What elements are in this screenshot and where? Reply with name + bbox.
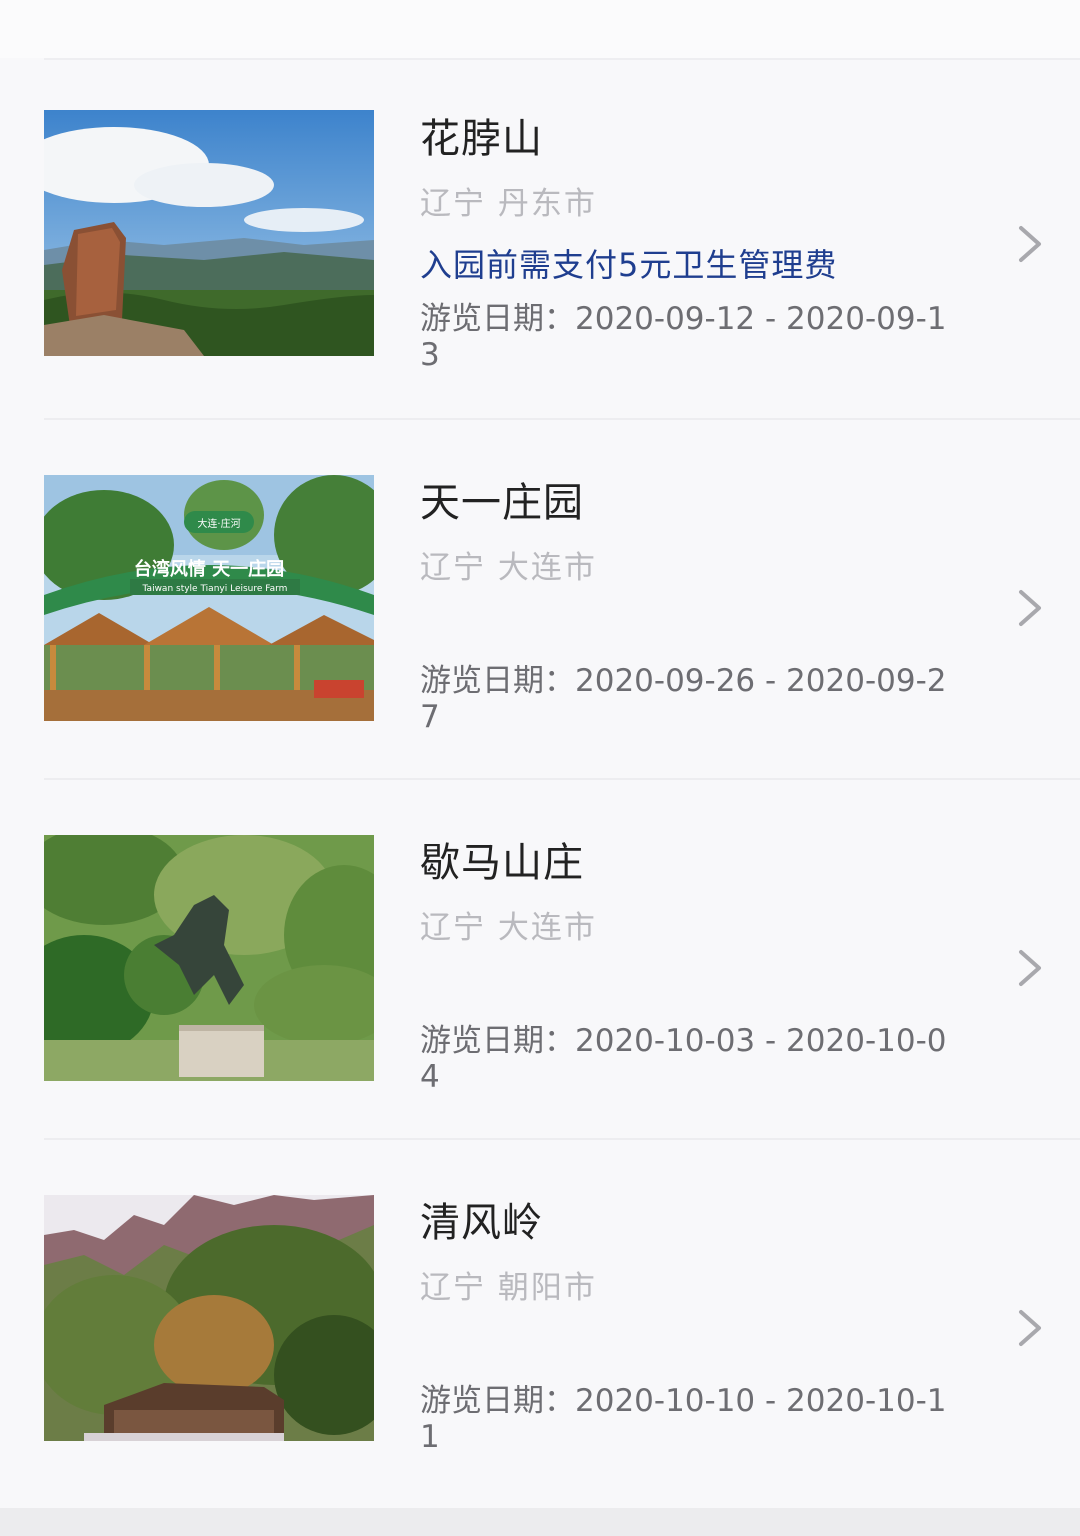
bottom-bar [0,1508,1080,1536]
visit-date: 游览日期：2020-09-26 - 2020-09-27 [420,663,947,735]
attraction-photo [44,1195,374,1441]
photo-arch-subtext: Taiwan style Tianyi Leisure Farm [142,584,288,594]
list-item[interactable]: 大连·庄河 台湾风情 天一庄园 Taiwan style Tianyi Leis… [0,420,1080,780]
attraction-photo [44,835,374,1081]
attraction-list: 花脖山 辽宁 丹东市 入园前需支付5元卫生管理费 游览日期：2020-09-12… [0,60,1080,1500]
photo-badge-text: 大连·庄河 [197,517,240,530]
photo-arch-text: 台湾风情 天一庄园 [134,558,284,580]
attraction-region: 辽宁 丹东市 [420,186,597,222]
visit-date: 游览日期：2020-09-12 - 2020-09-13 [420,301,947,373]
list-item[interactable]: 清风岭 辽宁 朝阳市 游览日期：2020-10-10 - 2020-10-11 [0,1140,1080,1500]
attraction-region: 辽宁 大连市 [420,910,597,946]
attraction-name: 天一庄园 [420,480,584,526]
attraction-region: 辽宁 大连市 [420,550,597,586]
list-item[interactable]: 歇马山庄 辽宁 大连市 游览日期：2020-10-03 - 2020-10-04 [0,780,1080,1140]
chevron-right-icon[interactable] [1014,948,1044,988]
chevron-right-icon[interactable] [1014,1308,1044,1348]
top-area [0,0,1080,58]
list-item[interactable]: 花脖山 辽宁 丹东市 入园前需支付5元卫生管理费 游览日期：2020-09-12… [0,60,1080,420]
attraction-region: 辽宁 朝阳市 [420,1270,597,1306]
attraction-photo [44,110,374,356]
chevron-right-icon[interactable] [1014,588,1044,628]
visit-date: 游览日期：2020-10-03 - 2020-10-04 [420,1023,947,1095]
attraction-name: 歇马山庄 [420,840,584,886]
attraction-name: 清风岭 [420,1200,543,1246]
attraction-name: 花脖山 [420,116,543,162]
fee-notice: 入园前需支付5元卫生管理费 [420,246,838,284]
visit-date: 游览日期：2020-10-10 - 2020-10-11 [420,1383,947,1455]
chevron-right-icon[interactable] [1014,224,1044,264]
attraction-photo: 大连·庄河 台湾风情 天一庄园 Taiwan style Tianyi Leis… [44,475,374,721]
